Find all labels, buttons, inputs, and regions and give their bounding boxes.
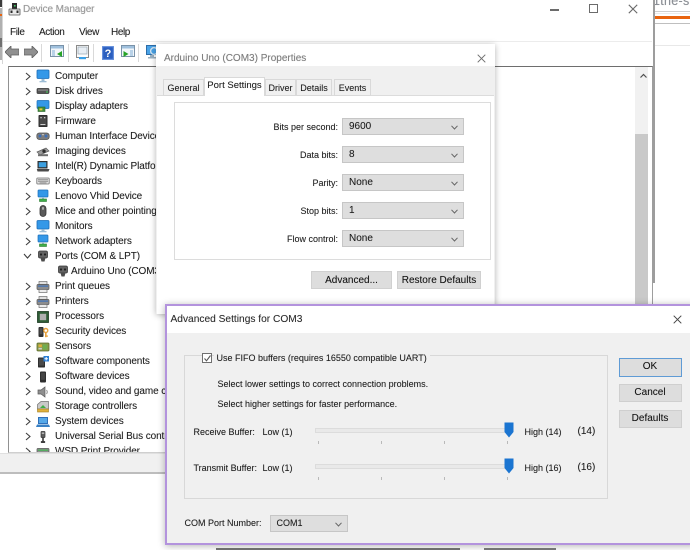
svg-text:?: ? [105, 48, 112, 60]
